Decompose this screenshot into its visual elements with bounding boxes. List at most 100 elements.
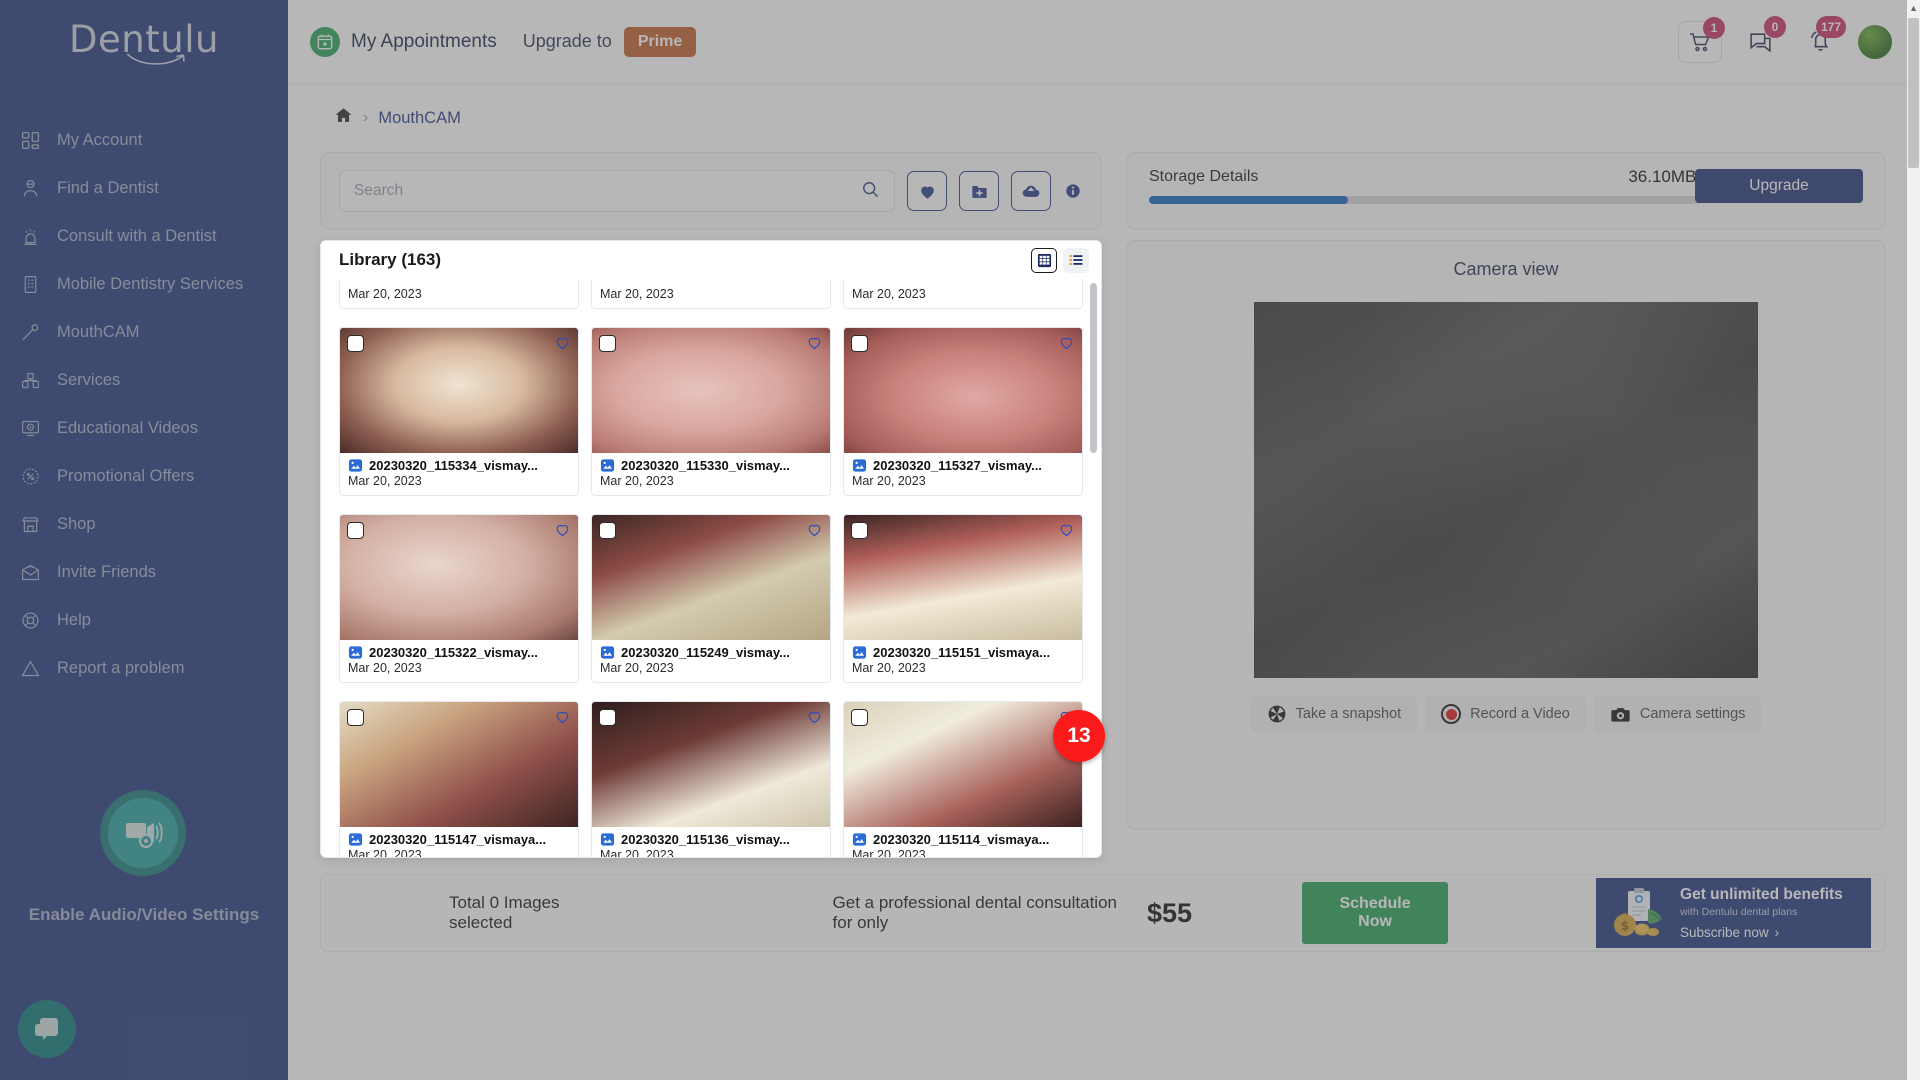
notifications-button[interactable]: 177 (1798, 15, 1846, 63)
list-item-thumbnail[interactable] (340, 328, 578, 453)
list-item-date: Mar 20, 2023 (348, 848, 422, 857)
list-item-thumbnail[interactable] (592, 702, 830, 827)
home-icon[interactable] (334, 106, 353, 130)
new-folder-button[interactable] (959, 171, 999, 211)
list-item-thumbnail[interactable] (340, 702, 578, 827)
storage-card: Storage Details 36.10MB of 100 MB Used U… (1126, 152, 1886, 230)
list-item[interactable]: 20230320_115114_vismaya... Mar 20, 2023 (843, 701, 1083, 857)
library-scrollbar[interactable] (1090, 283, 1097, 453)
record-video-button[interactable]: Record a Video (1425, 696, 1586, 732)
image-file-icon (852, 459, 867, 472)
sidebar-item-promotional-offers[interactable]: Promotional Offers (0, 452, 288, 500)
view-toggle-group (1031, 247, 1089, 273)
list-item-thumbnail[interactable] (844, 328, 1082, 453)
list-item[interactable]: 20230320_115334_vismay... Mar 20, 2023 (339, 327, 579, 496)
info-button[interactable] (1063, 183, 1083, 199)
upload-button[interactable] (1011, 171, 1051, 211)
list-item-name: 20230320_115249_vismay... (621, 645, 790, 660)
list-item[interactable]: 20230320_115136_vismay... Mar 20, 2023 (591, 701, 831, 857)
list-item-thumbnail[interactable] (592, 515, 830, 640)
favorite-heart-icon[interactable] (806, 708, 823, 730)
grid-view-button[interactable] (1031, 247, 1057, 273)
list-item-checkbox[interactable] (599, 522, 616, 539)
cart-button[interactable]: 1 (1678, 16, 1725, 63)
favorite-heart-icon[interactable] (554, 521, 571, 543)
library-title: Library (163) (339, 250, 442, 269)
sidebar-item-invite-friends[interactable]: Invite Friends (0, 548, 288, 596)
list-item-thumbnail[interactable] (844, 702, 1082, 827)
list-item[interactable]: 20230320_115327_vismay... Mar 20, 2023 (843, 327, 1083, 496)
favorite-heart-icon[interactable] (806, 334, 823, 356)
sidebar-item-consult-with-a-dentist[interactable]: Consult with a Dentist (0, 212, 288, 260)
schedule-now-button[interactable]: Schedule Now (1302, 882, 1449, 944)
page-scrollbar-thumb[interactable] (1908, 18, 1919, 168)
messages-button[interactable]: 0 (1738, 15, 1786, 63)
favorite-heart-icon[interactable] (554, 334, 571, 356)
favorites-filter-button[interactable] (907, 171, 947, 211)
list-item-checkbox[interactable] (347, 335, 364, 352)
favorite-heart-icon[interactable] (806, 521, 823, 543)
list-item-checkbox[interactable] (851, 522, 868, 539)
list-item-checkbox[interactable] (599, 335, 616, 352)
list-item-checkbox[interactable] (347, 709, 364, 726)
upgrade-label: Upgrade to (522, 31, 612, 51)
list-item[interactable]: 20230320_115147_vismaya... Mar 20, 2023 (339, 701, 579, 857)
favorite-heart-icon[interactable] (554, 708, 571, 730)
list-item-name: 20230320_115147_vismaya... (369, 832, 547, 847)
promo-banner[interactable]: $ Get unlimited benefits with Dentulu de… (1596, 878, 1871, 948)
camera-settings-button[interactable]: Camera settings (1593, 696, 1762, 732)
sidebar-item-label: Shop (57, 514, 96, 533)
list-item[interactable]: 20230320_115249_vismay... Mar 20, 2023 (591, 514, 831, 683)
sidebar-item-educational-videos[interactable]: Educational Videos (0, 404, 288, 452)
sidebar-item-my-account[interactable]: My Account (0, 116, 288, 164)
sidebar-item-shop[interactable]: Shop (0, 500, 288, 548)
list-item-thumbnail[interactable] (592, 328, 830, 453)
money-clipboard-icon: $ (1614, 888, 1663, 936)
list-item-checkbox[interactable] (851, 335, 868, 352)
av-settings-label[interactable]: Enable Audio/Video Settings (0, 905, 288, 925)
av-settings-button[interactable] (100, 790, 186, 876)
promo-subscribe-link[interactable]: Subscribe now › (1680, 925, 1843, 940)
list-item[interactable]: 20230320_115330_vismay... Mar 20, 2023 (591, 327, 831, 496)
user-avatar[interactable] (1858, 24, 1892, 59)
sidebar-nav: My Account Find a Dentist Consult with a… (0, 116, 288, 692)
my-appointments-button[interactable]: My Appointments (310, 26, 497, 57)
library-scroll-area[interactable]: Mar 20, 2023 Mar 20, 2023 Mar 20, 2023 2… (321, 271, 1101, 857)
chat-fab-button[interactable] (18, 1000, 76, 1058)
image-file-icon (600, 459, 615, 472)
cart-badge: 1 (1703, 16, 1725, 39)
search-input[interactable] (354, 182, 860, 200)
search-icon[interactable] (860, 179, 880, 204)
sidebar-item-help[interactable]: Help (0, 596, 288, 644)
brand-logo[interactable]: Dentulu (0, 0, 288, 78)
consult-icon (18, 224, 42, 248)
camera-video-feed[interactable] (1254, 302, 1758, 678)
list-item-thumbnail[interactable] (340, 515, 578, 640)
list-item-date: Mar 20, 2023 (600, 661, 674, 675)
search-box[interactable] (339, 170, 895, 212)
prime-button[interactable]: Prime (623, 26, 697, 57)
list-item-thumbnail[interactable] (844, 515, 1082, 640)
favorite-heart-icon[interactable] (1058, 334, 1075, 356)
sidebar-item-mobile-dentistry-services[interactable]: Mobile Dentistry Services (0, 260, 288, 308)
services-boxes-icon (18, 368, 42, 392)
list-item-checkbox[interactable] (851, 709, 868, 726)
list-item[interactable]: 20230320_115151_vismaya... Mar 20, 2023 (843, 514, 1083, 683)
sidebar-item-services[interactable]: Services (0, 356, 288, 404)
list-item-checkbox[interactable] (347, 522, 364, 539)
favorite-heart-icon[interactable] (1058, 521, 1075, 543)
list-view-button[interactable] (1063, 247, 1089, 273)
list-item-checkbox[interactable] (599, 709, 616, 726)
shop-icon (18, 512, 42, 536)
consultation-offer-label: Get a professional dental consultation f… (832, 893, 1117, 932)
take-snapshot-button[interactable]: Take a snapshot (1250, 696, 1418, 732)
promo-subtitle: with Dentulu dental plans (1680, 906, 1798, 918)
sidebar-item-mouthcam[interactable]: MouthCAM (0, 308, 288, 356)
sidebar-item-find-a-dentist[interactable]: Find a Dentist (0, 164, 288, 212)
scroll-up-arrow-icon[interactable]: ▲ (1909, 3, 1918, 13)
breadcrumb-current[interactable]: MouthCAM (378, 109, 461, 128)
page-scrollbar[interactable]: ▲ (1907, 0, 1920, 1080)
sidebar-item-report-a-problem[interactable]: Report a problem (0, 644, 288, 692)
storage-upgrade-button[interactable]: Upgrade (1695, 169, 1863, 203)
list-item[interactable]: 20230320_115322_vismay... Mar 20, 2023 (339, 514, 579, 683)
